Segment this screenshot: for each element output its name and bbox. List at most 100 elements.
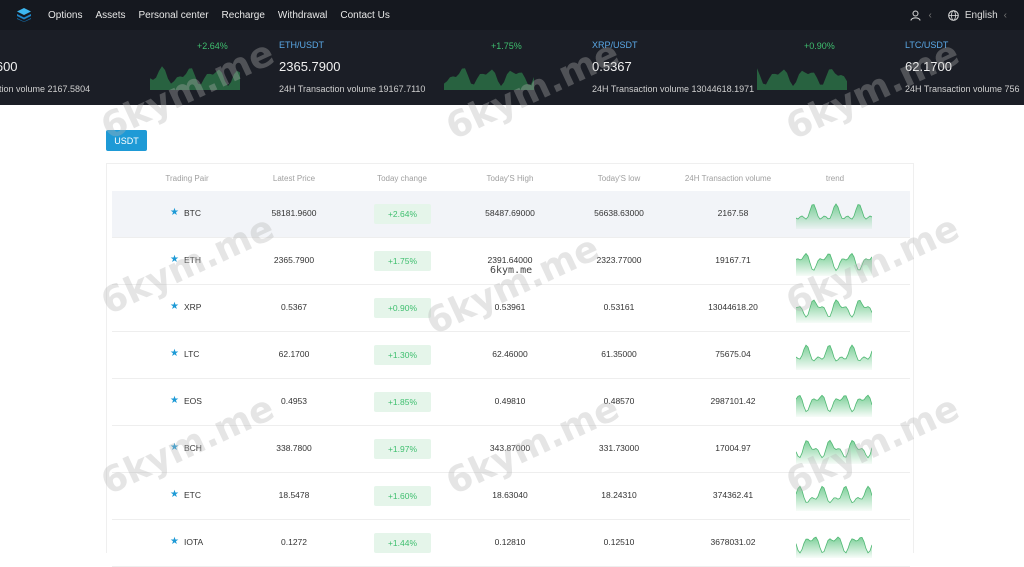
row-volume: 13044618.20 <box>708 302 758 312</box>
trend-sparkline <box>796 252 872 276</box>
trend-sparkline <box>796 344 872 370</box>
trend-sparkline <box>796 536 872 558</box>
row-high: 0.49810 <box>494 396 526 406</box>
table-row[interactable]: ★ BTC 58181.9600 +2.64% 58487.69000 5663… <box>112 191 910 238</box>
row-symbol: IOTA <box>184 537 204 547</box>
row-price: 0.1272 <box>281 537 307 547</box>
table-row[interactable]: ★ IOTA 0.1272 +1.44% 0.12810 0.12510 367… <box>112 520 910 567</box>
row-low: 0.12510 <box>603 537 635 547</box>
star-icon[interactable]: ★ <box>170 442 179 453</box>
row-low: 18.24310 <box>601 490 637 500</box>
ticker-volume: 24H Transaction volume 13044618.1971 <box>592 84 755 94</box>
row-symbol: ETH <box>184 255 201 265</box>
menu-item-assets[interactable]: Assets <box>95 10 125 21</box>
chevron-left-icon: ‹ <box>1003 9 1007 21</box>
ticker-item[interactable]: DT +2.64% .9600 saction volume 2167.5804 <box>0 30 275 105</box>
ticker-price: .9600 <box>0 59 18 74</box>
row-price: 62.1700 <box>278 349 310 359</box>
ticker-price: 0.5367 <box>592 59 632 74</box>
row-low: 0.48570 <box>603 396 635 406</box>
ticker-sparkline <box>444 68 534 90</box>
row-change-badge: +1.85% <box>374 392 431 412</box>
star-icon[interactable]: ★ <box>170 254 179 265</box>
row-price: 338.7800 <box>276 443 312 453</box>
ticker-item[interactable]: ETH/USDT +1.75% 2365.7900 24H Transactio… <box>279 30 569 105</box>
usdt-tab-button[interactable]: USDT <box>106 130 147 151</box>
market-ticker-strip: DT +2.64% .9600 saction volume 2167.5804… <box>0 30 1024 105</box>
row-symbol: LTC <box>184 349 200 359</box>
table-row[interactable]: ★ LTC 62.1700 +1.30% 62.46000 61.35000 7… <box>112 332 910 379</box>
ticker-pair: ETH/USDT <box>279 40 324 50</box>
star-icon[interactable]: ★ <box>170 489 179 500</box>
ticker-item[interactable]: LTC/USDT 62.1700 24H Transaction volume … <box>905 30 1024 105</box>
row-change-badge: +1.97% <box>374 439 431 459</box>
row-low: 331.73000 <box>598 443 640 453</box>
row-volume: 75675.04 <box>715 349 751 359</box>
col-today-change: Today change <box>377 174 427 183</box>
row-volume: 374362.41 <box>712 490 754 500</box>
star-icon[interactable]: ★ <box>170 301 179 312</box>
main-menu: Options Assets Personal center Recharge … <box>48 10 403 21</box>
logo-icon[interactable] <box>17 8 31 22</box>
row-high: 0.53961 <box>494 302 526 312</box>
ticker-pair: XRP/USDT <box>592 40 638 50</box>
ticker-price: 2365.7900 <box>279 59 341 74</box>
row-volume: 3678031.02 <box>710 537 756 547</box>
row-high: 18.63040 <box>492 490 528 500</box>
row-symbol: EOS <box>184 396 202 406</box>
globe-icon <box>948 9 959 21</box>
row-symbol: BTC <box>184 208 201 218</box>
star-icon[interactable]: ★ <box>170 536 179 547</box>
ticker-price: 62.1700 <box>905 59 952 74</box>
row-high: 58487.69000 <box>485 208 535 218</box>
row-price: 58181.9600 <box>271 208 317 218</box>
row-volume: 2987101.42 <box>710 396 756 406</box>
ticker-volume: 24H Transaction volume 756 <box>905 84 1020 94</box>
table-row[interactable]: ★ EOS 0.4953 +1.85% 0.49810 0.48570 2987… <box>112 379 910 426</box>
ticker-change: +0.90% <box>804 41 835 51</box>
ticker-volume: saction volume 2167.5804 <box>0 84 91 94</box>
col-today-high: Today'S High <box>486 174 534 183</box>
row-volume: 2167.58 <box>717 208 749 218</box>
star-icon[interactable]: ★ <box>170 348 179 359</box>
ticker-volume: 24H Transaction volume 19167.7110 <box>279 84 426 94</box>
table-row[interactable]: ★ BCH 338.7800 +1.97% 343.87000 331.7300… <box>112 426 910 473</box>
ticker-pair: LTC/USDT <box>905 40 949 50</box>
trend-sparkline <box>796 485 872 511</box>
row-symbol: XRP <box>184 302 202 312</box>
row-price: 2365.7900 <box>273 255 315 265</box>
trend-sparkline <box>796 394 872 417</box>
menu-item-contact-us[interactable]: Contact Us <box>340 10 389 21</box>
col-today-low: Today'S low <box>597 174 641 183</box>
table-row[interactable]: ★ ETH 2365.7900 +1.75% 2391.64000 2323.7… <box>112 238 910 285</box>
row-price: 0.5367 <box>281 302 307 312</box>
trend-sparkline <box>796 439 872 464</box>
user-icon[interactable] <box>910 10 921 21</box>
menu-item-withdrawal[interactable]: Withdrawal <box>278 10 327 21</box>
row-high: 343.87000 <box>489 443 531 453</box>
menu-item-recharge[interactable]: Recharge <box>222 10 265 21</box>
table-row[interactable]: ★ ETC 18.5478 +1.60% 18.63040 18.24310 3… <box>112 473 910 520</box>
ticker-item[interactable]: XRP/USDT +0.90% 0.5367 24H Transaction v… <box>592 30 882 105</box>
ticker-sparkline <box>757 68 847 90</box>
menu-item-options[interactable]: Options <box>48 10 82 21</box>
star-icon[interactable]: ★ <box>170 395 179 406</box>
chevron-left-icon: ‹ <box>928 9 932 21</box>
row-change-badge: +2.64% <box>374 204 431 224</box>
watermark-text: 6kym.me <box>490 265 533 276</box>
menu-item-personal-center[interactable]: Personal center <box>138 10 208 21</box>
row-high: 0.12810 <box>494 537 526 547</box>
row-high: 62.46000 <box>492 349 528 359</box>
col-trend: trend <box>825 174 845 183</box>
table-row[interactable]: ★ XRP 0.5367 +0.90% 0.53961 0.53161 1304… <box>112 285 910 332</box>
row-change-badge: +0.90% <box>374 298 431 318</box>
row-high: 2391.64000 <box>487 255 533 265</box>
row-change-badge: +1.75% <box>374 251 431 271</box>
row-low: 2323.77000 <box>596 255 642 265</box>
language-selector[interactable]: English <box>965 10 998 21</box>
market-table: Trading Pair Latest Price Today change T… <box>106 163 914 567</box>
col-volume: 24H Transaction volume <box>684 174 772 183</box>
ticker-change: +2.64% <box>197 41 228 51</box>
star-icon[interactable]: ★ <box>170 207 179 218</box>
row-change-badge: +1.44% <box>374 533 431 553</box>
